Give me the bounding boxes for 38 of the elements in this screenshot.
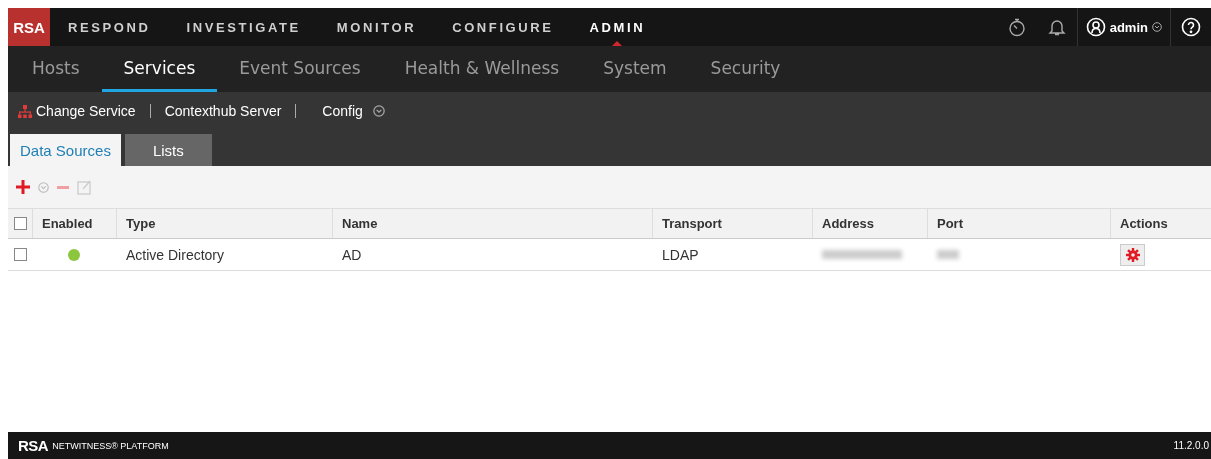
nav-tab[interactable]: Security xyxy=(688,46,803,92)
table-cell-text: AD xyxy=(341,245,363,265)
column-header[interactable]: Address xyxy=(812,209,927,238)
row-checkbox[interactable] xyxy=(13,248,27,261)
nav-tab[interactable]: Hosts xyxy=(10,46,102,92)
tab[interactable]: Data Sources xyxy=(10,134,121,166)
nav-tab[interactable]: MONITOR xyxy=(318,8,435,46)
tab[interactable]: Lists xyxy=(124,134,212,166)
nav-tab[interactable]: Health & Wellness xyxy=(382,46,582,92)
settings-button[interactable] xyxy=(1120,243,1145,266)
change-service-link[interactable]: Change Service xyxy=(18,103,136,119)
chevron-down-icon[interactable] xyxy=(1152,22,1162,32)
gear-icon[interactable] xyxy=(1125,247,1140,262)
nav-tab[interactable]: System xyxy=(581,46,689,92)
hierarchy-icon[interactable] xyxy=(18,104,32,118)
column-header[interactable]: Port xyxy=(927,209,1110,238)
user-icon[interactable] xyxy=(1085,17,1106,37)
service-name[interactable]: Contexthub Server xyxy=(164,103,282,119)
table-cell-text: Active Directory xyxy=(125,245,226,265)
add-icon[interactable] xyxy=(16,180,30,194)
nav-tab[interactable]: CONFIGURE xyxy=(434,8,572,46)
blurred-port xyxy=(937,250,959,259)
column-header[interactable]: Transport xyxy=(652,209,812,238)
nav-tab[interactable]: Event Sources xyxy=(217,46,383,92)
column-header[interactable]: Actions xyxy=(1110,209,1211,238)
column-header[interactable]: Type xyxy=(116,209,332,238)
chevron-down-icon[interactable] xyxy=(372,105,385,117)
product-name: NETWITNESS® PLATFORM xyxy=(52,440,169,451)
column-header[interactable]: Name xyxy=(332,209,652,238)
nav-tab[interactable]: RESPOND xyxy=(50,8,169,46)
column-header[interactable]: Enabled xyxy=(32,209,116,238)
logo: RSA xyxy=(8,8,50,46)
select-all-checkbox[interactable] xyxy=(13,217,27,230)
nav-tab[interactable]: INVESTIGATE xyxy=(168,8,319,46)
version-label: 11.2.0.0 xyxy=(1173,440,1210,451)
table-cell-text: LDAP xyxy=(661,245,700,265)
config-menu[interactable]: Config xyxy=(322,103,385,119)
footer-logo: RSA xyxy=(18,437,49,454)
